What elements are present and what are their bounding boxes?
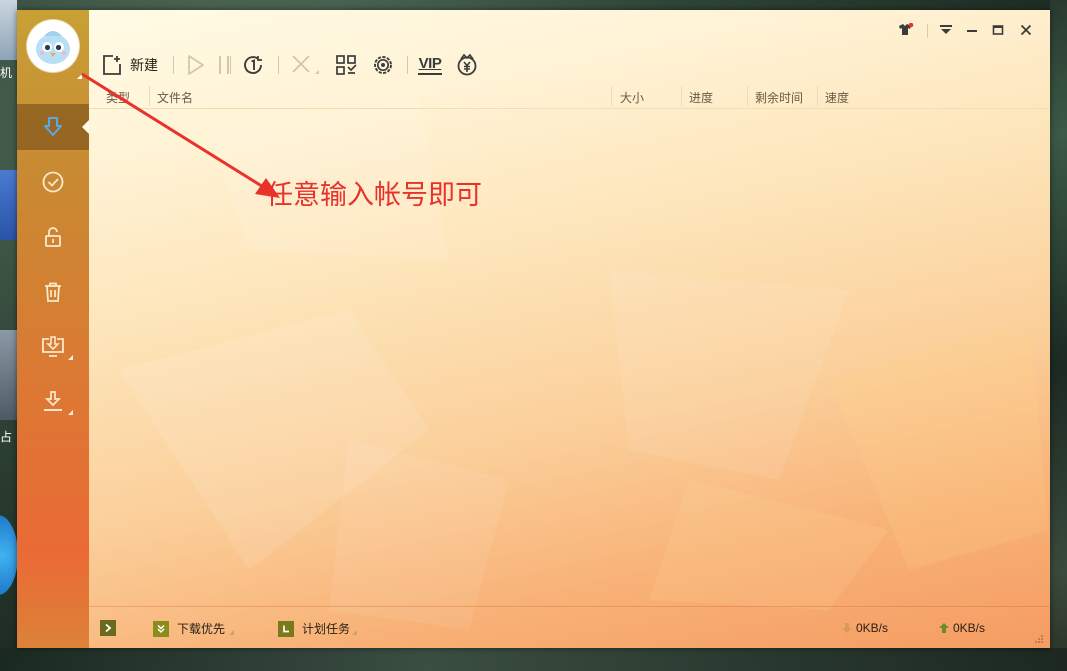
delete-icon xyxy=(292,55,319,74)
speed-limit-button[interactable] xyxy=(239,50,267,80)
sidebar-item-trash[interactable] xyxy=(17,269,89,315)
column-divider xyxy=(611,86,612,106)
desktop-icon-fragment xyxy=(0,170,17,240)
money-icon xyxy=(457,53,477,76)
sidebar-item-private[interactable] xyxy=(17,214,89,260)
toolbar-separator xyxy=(173,56,174,74)
column-type[interactable]: 类型 xyxy=(106,89,130,106)
qr-scan-button[interactable] xyxy=(333,50,359,80)
desktop-icon-label-1: 机 xyxy=(0,66,13,80)
close-button[interactable] xyxy=(1015,22,1037,38)
upload-speed-arrow-icon xyxy=(939,623,949,633)
column-filename[interactable]: 文件名 xyxy=(157,89,193,106)
qr-scan-icon xyxy=(336,55,357,75)
dropdown-indicator xyxy=(352,630,358,635)
column-divider xyxy=(681,86,682,106)
pause-button[interactable] xyxy=(213,50,235,80)
unlock-icon xyxy=(45,227,61,247)
delete-button[interactable] xyxy=(287,50,323,80)
download-priority-button[interactable]: 下载优先 xyxy=(153,620,235,637)
new-task-icon xyxy=(103,55,121,75)
toolbar-separator xyxy=(230,56,231,74)
column-size[interactable]: 大小 xyxy=(620,89,644,106)
download-speed-arrow-icon xyxy=(842,623,852,633)
expand-arrow-icon xyxy=(100,620,116,636)
download-speed: 0KB/s xyxy=(841,621,888,635)
desktop-recycle-bin-fragment xyxy=(0,330,17,420)
column-remaining-time[interactable]: 剩余时间 xyxy=(755,89,803,106)
completed-check-icon xyxy=(42,171,64,193)
download-arrow-icon xyxy=(44,117,62,136)
annotation-text: 任意输入帐号即可 xyxy=(266,180,482,211)
money-button[interactable] xyxy=(453,50,481,80)
settings-icon xyxy=(374,56,392,74)
desktop-bottom-fragment xyxy=(0,648,1067,671)
desktop-icon-label-2: 占 xyxy=(0,430,13,444)
vip-button[interactable]: VIP xyxy=(415,50,445,80)
download-priority-icon xyxy=(153,620,169,637)
column-divider xyxy=(149,86,150,106)
maximize-icon xyxy=(992,25,1004,35)
menu-dropdown-icon xyxy=(940,25,952,34)
scheduled-tasks-icon xyxy=(278,620,294,637)
skin-button[interactable] xyxy=(895,22,917,38)
minimize-button[interactable] xyxy=(961,22,983,38)
vip-underline xyxy=(418,72,442,75)
status-bar: 下载优先 计划任务 0KB/s 0KB/s xyxy=(89,606,1050,648)
upload-speed: 0KB/s xyxy=(938,621,985,635)
sidebar-item-downloading[interactable] xyxy=(17,104,89,150)
monitor-download-icon xyxy=(42,336,64,357)
sidebar-item-remote-download[interactable] xyxy=(17,324,89,370)
column-divider xyxy=(817,86,818,106)
upload-speed-value: 0KB/s xyxy=(953,621,986,635)
expand-panel-button[interactable] xyxy=(100,620,116,636)
scheduled-tasks-label: 计划任务 xyxy=(302,622,351,636)
sidebar-item-completed[interactable] xyxy=(17,159,89,205)
main-panel: 新建 VIP 类型 文件名 大小 进度 剩余时间 速度 下载优先 计划任务 0K… xyxy=(89,10,1050,648)
vip-label: VIP xyxy=(418,54,442,72)
column-speed[interactable]: 速度 xyxy=(825,89,849,106)
bird-avatar-icon xyxy=(28,21,78,71)
new-task-label: 新建 xyxy=(130,57,158,73)
trash-icon xyxy=(45,282,61,302)
speed-limit-icon xyxy=(244,56,262,74)
desktop-right-fragment xyxy=(1050,0,1067,671)
download-priority-label: 下载优先 xyxy=(177,622,226,636)
task-list[interactable] xyxy=(89,109,1050,605)
minimize-icon xyxy=(967,30,977,32)
new-task-button[interactable]: 新建 xyxy=(101,50,163,80)
titlebar-divider xyxy=(927,24,928,38)
user-avatar[interactable] xyxy=(27,20,79,72)
desktop-ie-icon-fragment xyxy=(0,515,18,595)
sidebar-item-download-center[interactable] xyxy=(17,379,89,425)
download-speed-value: 0KB/s xyxy=(856,621,889,635)
sidebar xyxy=(17,10,89,648)
start-button[interactable] xyxy=(183,50,209,80)
toolbar-separator xyxy=(407,56,408,74)
maximize-button[interactable] xyxy=(987,22,1009,38)
start-icon xyxy=(188,55,204,75)
download-tray-icon xyxy=(44,391,62,411)
column-progress[interactable]: 进度 xyxy=(689,89,713,106)
column-divider xyxy=(747,86,748,106)
skin-icon xyxy=(899,23,914,35)
settings-button[interactable] xyxy=(369,50,397,80)
dropdown-indicator xyxy=(229,630,235,635)
task-list-header: 类型 文件名 大小 进度 剩余时间 速度 xyxy=(89,86,1050,109)
close-icon xyxy=(1020,24,1032,36)
dropdown-indicator xyxy=(68,410,73,415)
menu-dropdown-button[interactable] xyxy=(935,22,957,38)
desktop-icon-fragment xyxy=(0,0,17,60)
scheduled-tasks-button[interactable]: 计划任务 xyxy=(278,620,358,637)
dropdown-indicator xyxy=(68,355,73,360)
avatar-dropdown-indicator[interactable] xyxy=(77,74,82,79)
download-manager-window: 新建 VIP 类型 文件名 大小 进度 剩余时间 速度 下载优先 计划任务 0K… xyxy=(17,10,1050,648)
resize-grip-icon[interactable] xyxy=(1034,634,1044,644)
toolbar-separator xyxy=(278,56,279,74)
